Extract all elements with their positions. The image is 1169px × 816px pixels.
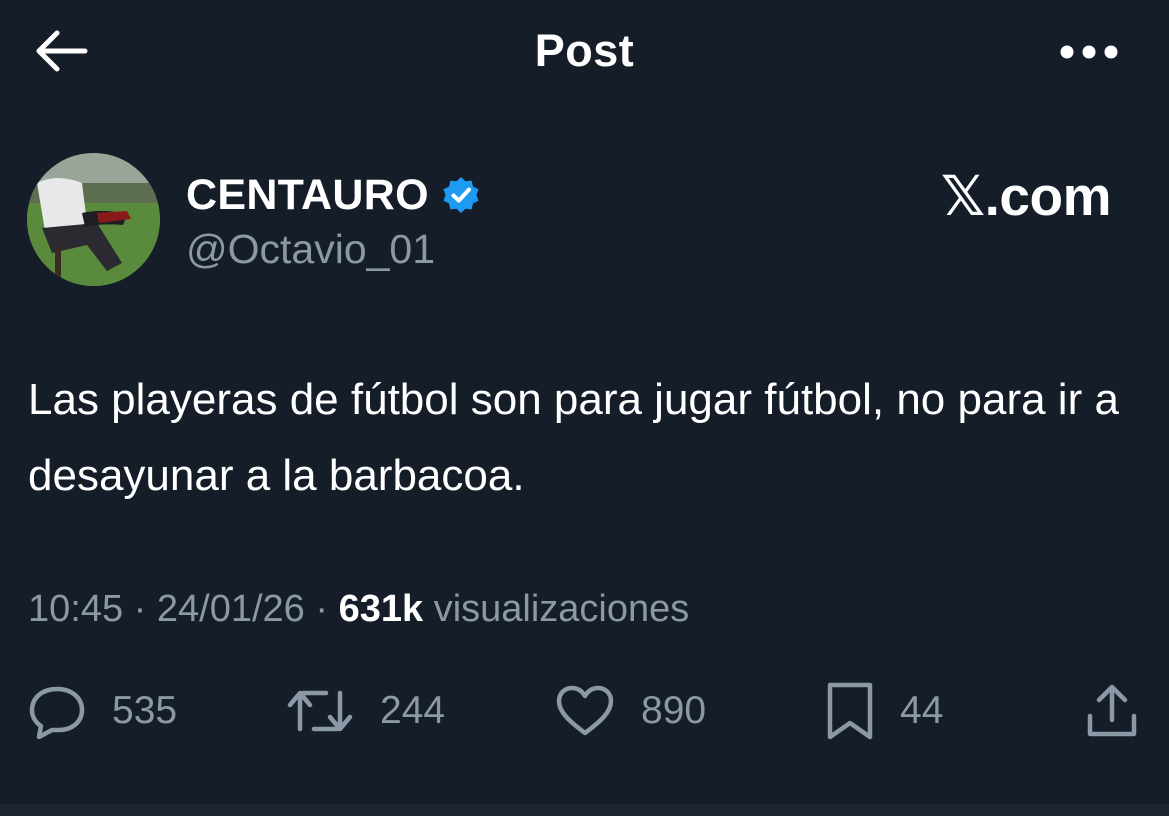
divider	[0, 804, 1169, 816]
bookmark-icon	[827, 682, 873, 740]
avatar[interactable]	[27, 153, 160, 286]
heart-icon	[556, 685, 614, 736]
more-horizontal-icon	[1060, 45, 1118, 59]
page-title: Post	[534, 25, 635, 76]
share-icon	[1087, 684, 1137, 737]
like-count: 890	[641, 689, 707, 732]
repost-button[interactable]: 244	[286, 680, 445, 742]
views-label: visualizaciones	[433, 588, 690, 630]
verified-badge-icon	[441, 175, 481, 215]
post-text: Las playeras de fútbol son para jugar fú…	[28, 375, 1119, 500]
like-button[interactable]: 890	[555, 680, 706, 742]
author-handle[interactable]: @Octavio_01	[186, 224, 435, 274]
meta-separator: ·	[133, 588, 147, 630]
meta-separator: ·	[315, 588, 329, 630]
author-name-row: CENTAURO	[186, 168, 481, 222]
bookmark-count: 44	[900, 689, 944, 732]
more-options-button[interactable]	[1053, 30, 1125, 74]
action-bar: 535 244 890 44	[0, 680, 1169, 742]
repost-icon	[287, 690, 353, 732]
repost-count: 244	[380, 689, 446, 732]
views-count: 631k	[338, 588, 424, 630]
reply-icon	[29, 686, 85, 739]
post-time: 10:45	[28, 588, 124, 630]
post-date: 24/01/26	[156, 588, 305, 630]
top-bar: Post	[0, 0, 1169, 110]
post-meta: 10:45 · 24/01/26 · 631k visualizaciones	[28, 584, 689, 634]
reply-button[interactable]: 535	[28, 680, 177, 742]
share-button[interactable]	[1085, 680, 1139, 742]
source-label: 𝕏.com	[940, 165, 1112, 227]
avatar-image	[27, 153, 160, 286]
reply-count: 535	[112, 689, 178, 732]
bookmark-button[interactable]: 44	[826, 680, 943, 742]
author-display-name[interactable]: CENTAURO	[186, 171, 429, 220]
